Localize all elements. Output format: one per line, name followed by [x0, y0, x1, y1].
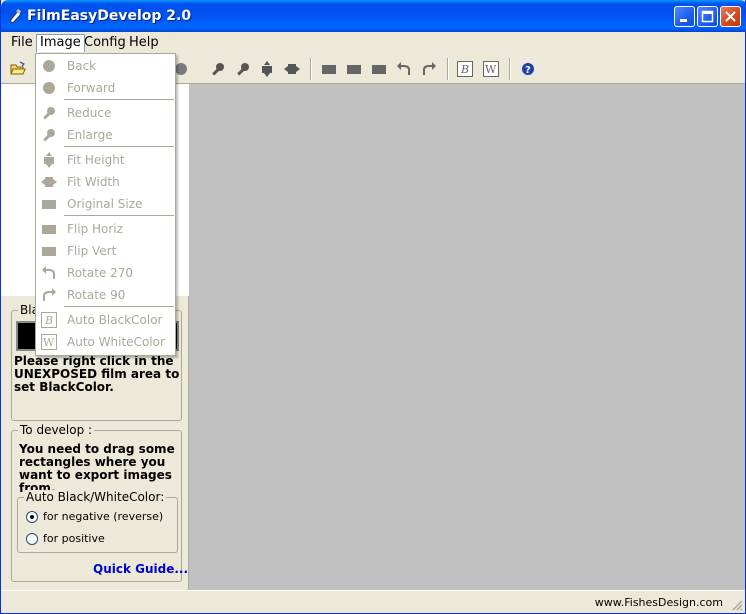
open-folder-icon[interactable]	[10, 61, 26, 77]
menu-file-label: File	[11, 35, 33, 50]
rotate-left-icon[interactable]	[396, 61, 412, 77]
app-icon	[8, 8, 24, 24]
menu-item-flip-vert[interactable]: Flip Vert	[36, 240, 175, 262]
menu-item-flip-horiz[interactable]: Flip Horiz	[36, 218, 175, 240]
enlarge-icon[interactable]	[235, 61, 251, 77]
menu-item-reduce[interactable]: Reduce	[36, 102, 175, 124]
w-letter-icon: W	[41, 334, 57, 350]
develop-group: To develop : You need to drag some recta…	[11, 423, 182, 582]
image-menu-dropdown: Back Forward Reduce Enlarge Fit Height Fit Wi…	[35, 53, 176, 356]
resize-grip-icon[interactable]	[731, 599, 743, 611]
rotate-right-icon	[41, 287, 57, 303]
toolbar-separator	[310, 58, 312, 80]
svg-text:W: W	[485, 63, 497, 76]
close-button[interactable]	[720, 6, 741, 27]
develop-instructions: You need to drag some rectangles where y…	[19, 442, 175, 495]
menu-separator	[64, 306, 174, 308]
menu-item-auto-blackcolor[interactable]: B Auto BlackColor	[36, 309, 175, 331]
auto-legend: Auto Black/WhiteColor:	[24, 490, 167, 504]
rectangle-icon	[41, 196, 57, 212]
menu-config[interactable]: Config	[80, 34, 130, 52]
svg-text:B: B	[44, 314, 53, 327]
menu-item-label: Back	[67, 59, 97, 73]
menu-config-label: Config	[84, 35, 126, 50]
menu-item-label: Forward	[67, 81, 116, 95]
menu-item-label: Fit Height	[67, 153, 125, 167]
menu-separator	[64, 215, 174, 217]
menu-item-rotate-270[interactable]: Rotate 270	[36, 262, 175, 284]
menu-image[interactable]: Image	[36, 34, 85, 52]
rectangle-icon	[41, 243, 57, 259]
toolbar-separator	[509, 58, 511, 80]
radio-positive-button[interactable]	[26, 533, 38, 545]
menu-item-forward[interactable]: Forward	[36, 77, 175, 99]
svg-text:B: B	[460, 63, 469, 76]
menu-item-label: Flip Horiz	[67, 222, 123, 236]
rotate-left-icon	[41, 265, 57, 281]
film-view-area[interactable]	[189, 84, 745, 590]
menu-separator	[64, 99, 174, 101]
menu-item-label: Flip Vert	[67, 244, 117, 258]
menu-item-label: Original Size	[67, 197, 143, 211]
menu-item-label: Reduce	[67, 106, 112, 120]
fit-width-icon	[41, 174, 57, 190]
fit-width-icon[interactable]	[284, 61, 300, 77]
radio-negative-label: for negative (reverse)	[43, 510, 164, 523]
menu-item-fit-height[interactable]: Fit Height	[36, 149, 175, 171]
menu-item-label: Auto WhiteColor	[67, 335, 165, 349]
status-text: www.FishesDesign.com	[594, 596, 723, 609]
b-letter-icon: B	[41, 312, 57, 328]
menu-item-original-size[interactable]: Original Size	[36, 193, 175, 215]
black-instructions: Please right click in the UNEXPOSED film…	[14, 354, 180, 394]
rectangle-icon	[41, 221, 57, 237]
menu-file[interactable]: File	[7, 34, 37, 52]
menu-help-label: Help	[129, 35, 159, 50]
svg-text:?: ?	[525, 65, 531, 76]
flip-vert-icon[interactable]	[371, 61, 387, 77]
minimize-button[interactable]	[674, 6, 695, 27]
radio-negative[interactable]: for negative (reverse)	[26, 510, 163, 523]
window-title: FilmEasyDevelop 2.0	[27, 8, 192, 24]
magnifier-icon	[41, 105, 57, 121]
help-icon[interactable]: ?	[520, 61, 536, 77]
radio-negative-button[interactable]	[26, 511, 38, 523]
title-bar[interactable]: FilmEasyDevelop 2.0	[1, 0, 746, 32]
svg-text:W: W	[43, 336, 55, 349]
fit-height-icon[interactable]	[259, 61, 275, 77]
rotate-right-icon[interactable]	[421, 61, 437, 77]
flip-horiz-icon[interactable]	[346, 61, 362, 77]
b-letter-icon[interactable]: B	[457, 61, 473, 77]
menu-item-auto-whitecolor[interactable]: W Auto WhiteColor	[36, 331, 175, 353]
radio-positive[interactable]: for positive	[26, 532, 105, 545]
quick-guide-link[interactable]: Quick Guide...	[93, 562, 188, 576]
menu-item-label: Rotate 270	[67, 266, 134, 280]
status-bar: www.FishesDesign.com	[1, 590, 745, 613]
auto-color-group: Auto Black/WhiteColor: for negative (rev…	[17, 490, 178, 553]
fit-height-icon	[41, 152, 57, 168]
original-size-icon[interactable]	[321, 61, 337, 77]
menu-separator	[64, 146, 174, 148]
menu-image-label: Image	[40, 35, 81, 50]
menu-item-label: Auto BlackColor	[67, 313, 163, 327]
menu-bar: File Image Config Help	[1, 32, 745, 54]
menu-item-label: Enlarge	[67, 128, 113, 142]
reduce-icon[interactable]	[210, 61, 226, 77]
circle-icon	[41, 80, 57, 96]
menu-item-back[interactable]: Back	[36, 55, 175, 77]
radio-positive-label: for positive	[43, 532, 105, 545]
circle-icon	[41, 58, 57, 74]
menu-item-label: Fit Width	[67, 175, 120, 189]
magnifier-icon	[41, 127, 57, 143]
app-window: FilmEasyDevelop 2.0 File Image Config He…	[0, 0, 746, 614]
w-letter-icon[interactable]: W	[483, 61, 499, 77]
toolbar-separator	[447, 58, 449, 80]
menu-item-enlarge[interactable]: Enlarge	[36, 124, 175, 146]
menu-item-rotate-90[interactable]: Rotate 90	[36, 284, 175, 306]
maximize-button[interactable]	[697, 6, 718, 27]
menu-item-fit-width[interactable]: Fit Width	[36, 171, 175, 193]
menu-item-label: Rotate 90	[67, 288, 126, 302]
menu-help[interactable]: Help	[125, 34, 163, 52]
develop-legend: To develop :	[18, 423, 95, 437]
